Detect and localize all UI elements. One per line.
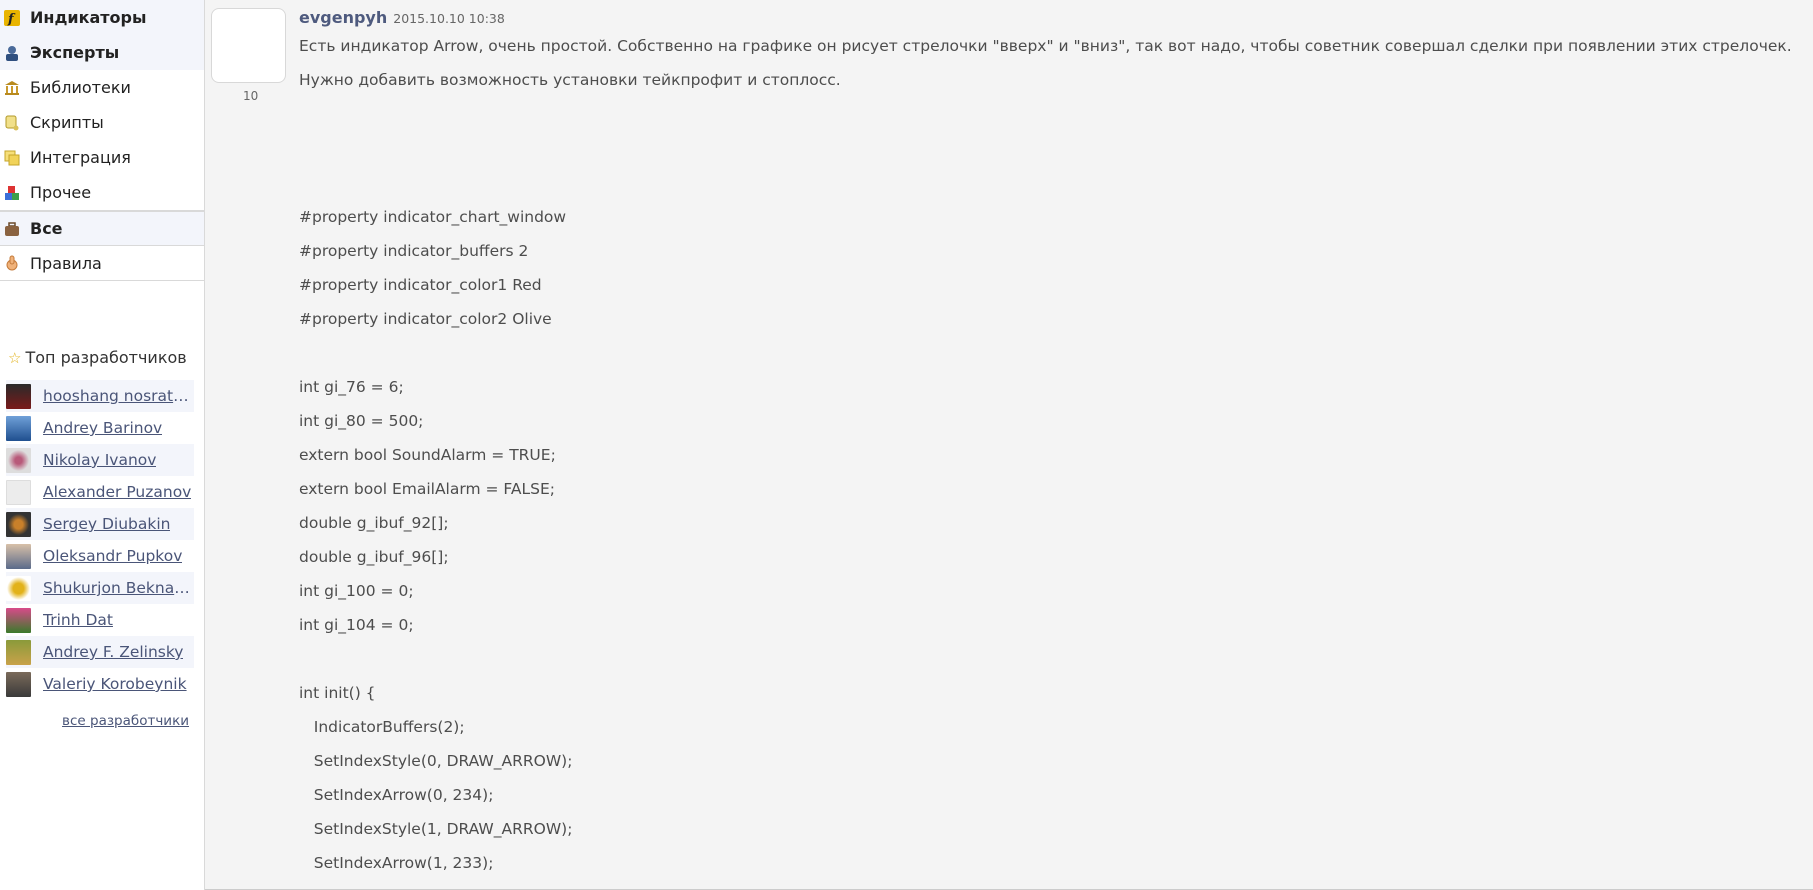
developer-link[interactable]: Sergey Diubakin <box>43 515 170 533</box>
code-line: extern bool SoundAlarm = TRUE; <box>299 446 556 464</box>
rules-label: Правила <box>30 253 102 273</box>
developer-item: Nikolay Ivanov <box>6 444 194 476</box>
developer-link[interactable]: Oleksandr Pupkov <box>43 547 182 565</box>
developer-item: Shukurjon Beknaza... <box>6 572 194 604</box>
developer-link[interactable]: Valeriy Korobeynik <box>43 675 187 693</box>
avatar[interactable] <box>6 511 31 537</box>
code-line: double g_ibuf_92[]; <box>299 514 449 532</box>
developer-item: Trinh Dat <box>6 604 194 636</box>
avatar[interactable] <box>6 575 31 601</box>
developer-item: Andrey Barinov <box>6 412 194 444</box>
developer-link[interactable]: Nikolay Ivanov <box>43 451 156 469</box>
code-line: SetIndexStyle(1, DRAW_ARROW); <box>299 820 573 838</box>
code-line: SetIndexArrow(1, 233); <box>299 854 494 872</box>
developer-item: Valeriy Korobeynik <box>6 668 194 700</box>
author-rating: 10 <box>243 89 259 103</box>
integration-icon <box>4 150 20 166</box>
category-libraries[interactable]: Библиотеки <box>0 70 204 105</box>
category-label: Скрипты <box>30 113 104 132</box>
code-line: int gi_100 = 0; <box>299 582 414 600</box>
developer-item: hooshang nosratpa... <box>6 380 194 412</box>
category-all[interactable]: Все <box>0 211 204 246</box>
category-label: Все <box>30 219 63 238</box>
code-line: SetIndexArrow(0, 234); <box>299 786 494 804</box>
code-line: double g_ibuf_96[]; <box>299 548 449 566</box>
code-line: #property indicator_chart_window <box>299 208 567 226</box>
developer-link[interactable]: Andrey F. Zelinsky <box>43 643 183 661</box>
avatar[interactable] <box>6 415 31 441</box>
cubes-icon <box>4 185 20 201</box>
advisor-icon <box>4 45 20 61</box>
post-header: evgenpyh 2015.10.10 10:38 <box>299 8 505 27</box>
developer-link[interactable]: Alexander Puzanov <box>43 483 191 501</box>
library-icon <box>4 80 20 96</box>
code-line: int init() { <box>299 684 376 702</box>
developer-item: Andrey F. Zelinsky <box>6 636 194 668</box>
developer-link[interactable]: Andrey Barinov <box>43 419 162 437</box>
code-line: #property indicator_buffers 2 <box>299 242 529 260</box>
code-line: SetIndexStyle(0, DRAW_ARROW); <box>299 752 573 770</box>
category-label: Индикаторы <box>30 8 147 27</box>
category-label: Библиотеки <box>30 78 131 97</box>
developer-link[interactable]: Trinh Dat <box>43 611 113 629</box>
avatar[interactable] <box>6 479 31 505</box>
developer-list: hooshang nosratpa... Andrey Barinov Niko… <box>6 380 194 700</box>
code-line: int gi_76 = 6; <box>299 378 404 396</box>
avatar[interactable] <box>6 543 31 569</box>
rules-link[interactable]: Правила <box>0 246 204 281</box>
code-line: #property indicator_color2 Olive <box>299 310 552 328</box>
code-line: int gi_104 = 0; <box>299 616 414 634</box>
developer-item: Sergey Diubakin <box>6 508 194 540</box>
category-label: Интеграция <box>30 148 131 167</box>
top-developers-title: ☆ Топ разработчиков <box>8 348 187 367</box>
code-block: #property indicator_chart_window #proper… <box>299 204 572 884</box>
code-line: IndicatorBuffers(2); <box>299 718 465 736</box>
avatar[interactable] <box>6 607 31 633</box>
post-paragraph: Нужно добавить возможность установки тей… <box>299 71 841 89</box>
category-indicators[interactable]: f Индикаторы <box>0 0 204 35</box>
category-other[interactable]: Прочее <box>0 175 204 210</box>
top-developers-label: Топ разработчиков <box>25 348 187 367</box>
post-date: 2015.10.10 10:38 <box>393 11 505 26</box>
category-scripts[interactable]: Скрипты <box>0 105 204 140</box>
avatar[interactable] <box>6 447 31 473</box>
developer-item: Oleksandr Pupkov <box>6 540 194 572</box>
star-icon: ☆ <box>8 348 22 367</box>
hand-icon <box>4 255 20 271</box>
author-link[interactable]: evgenpyh <box>299 8 387 27</box>
category-experts[interactable]: Эксперты <box>0 35 204 70</box>
scroll-icon <box>4 115 20 131</box>
briefcase-icon <box>4 221 20 237</box>
developer-link[interactable]: hooshang nosratpa... <box>43 387 193 405</box>
sidebar: f Индикаторы Эксперты Библиотеки Скрипты <box>0 0 205 890</box>
category-integration[interactable]: Интеграция <box>0 140 204 175</box>
avatar[interactable] <box>6 639 31 665</box>
function-icon: f <box>4 9 20 26</box>
category-list: f Индикаторы Эксперты Библиотеки Скрипты <box>0 0 204 211</box>
avatar[interactable] <box>6 671 31 697</box>
category-label: Прочее <box>30 183 92 202</box>
all-developers-link[interactable]: все разработчики <box>62 713 189 729</box>
code-line: #property indicator_color1 Red <box>299 276 542 294</box>
post-paragraph: Есть индикатор Arrow, очень простой. Соб… <box>299 37 1792 55</box>
author-avatar[interactable] <box>211 8 286 83</box>
code-line: extern bool EmailAlarm = FALSE; <box>299 480 555 498</box>
code-line: int gi_80 = 500; <box>299 412 424 430</box>
developer-link[interactable]: Shukurjon Beknaza... <box>43 579 193 597</box>
category-label: Эксперты <box>30 43 120 62</box>
avatar[interactable] <box>6 383 31 409</box>
developer-item: Alexander Puzanov <box>6 476 194 508</box>
